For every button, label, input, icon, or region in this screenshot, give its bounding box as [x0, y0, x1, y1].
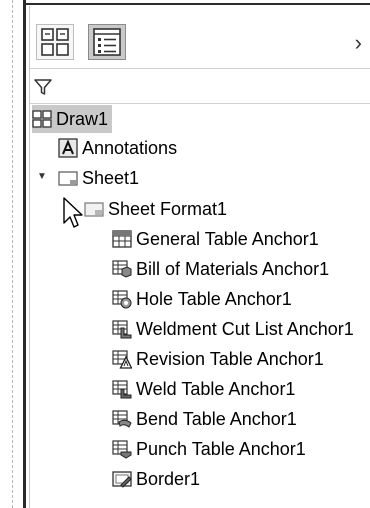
tree-item-label: Weldment Cut List Anchor1 [136, 318, 354, 339]
tree-item-revision-anchor[interactable]: Revision Table Anchor1 [112, 345, 324, 373]
sheet-format-icon [84, 202, 104, 217]
tree-item-label: Sheet Format1 [108, 198, 228, 219]
expand-sheet1-icon[interactable]: ▼ [37, 171, 47, 182]
revision-icon [112, 350, 132, 369]
chevron-right-icon[interactable]: › [355, 30, 362, 56]
panel-left-edge [23, 0, 26, 508]
tree-item-annotations[interactable]: Annotations [58, 134, 177, 162]
drawing-icon [32, 110, 52, 128]
mouse-cursor-icon [63, 197, 83, 228]
hole-table-icon [112, 290, 132, 309]
tree-item-label: Annotations [82, 137, 178, 158]
tree-item-label: Punch Table Anchor1 [136, 438, 306, 459]
tree-item-punch-table-anchor[interactable]: Punch Table Anchor1 [112, 435, 306, 463]
general-table-icon [112, 230, 132, 248]
tree-item-border1[interactable]: Border1 [112, 465, 200, 493]
tree-item-label: Draw1 [56, 108, 109, 129]
tree-item-sheet1[interactable]: Sheet1 [58, 164, 139, 192]
weld-table-icon [112, 380, 132, 399]
tree-item-draw1[interactable]: Draw1 [32, 105, 113, 133]
filter-divider [30, 103, 370, 104]
filter-row [30, 69, 370, 105]
weldment-icon [112, 320, 132, 339]
tree-item-label: Bend Table Anchor1 [136, 408, 297, 429]
sheet-icon [58, 171, 78, 186]
punch-table-icon [112, 440, 132, 459]
tree-item-weld-table-anchor[interactable]: Weld Table Anchor1 [112, 375, 295, 403]
tree-item-hole-table-anchor[interactable]: Hole Table Anchor1 [112, 285, 292, 313]
left-guide-line [12, 0, 13, 508]
view-layout-icon [41, 28, 69, 56]
tree-item-bom-anchor[interactable]: Bill of Materials Anchor1 [112, 255, 329, 283]
tree-item-label: Weld Table Anchor1 [136, 378, 296, 399]
border-icon [112, 471, 132, 488]
tree-list-button[interactable] [88, 24, 126, 60]
panel-top-edge [23, 3, 370, 5]
tree-item-general-table-anchor[interactable]: General Table Anchor1 [112, 225, 319, 253]
view-layout-button[interactable] [36, 24, 74, 60]
tree-item-weldment-anchor[interactable]: Weldment Cut List Anchor1 [112, 315, 354, 343]
tree-item-bend-table-anchor[interactable]: Bend Table Anchor1 [112, 405, 297, 433]
tree-list-icon [93, 28, 121, 56]
tree-item-label: Border1 [136, 468, 201, 489]
tree-item-label: Hole Table Anchor1 [136, 288, 292, 309]
tree-item-label: Bill of Materials Anchor1 [136, 258, 330, 279]
tree-item-label: Revision Table Anchor1 [136, 348, 324, 369]
annotation-icon [58, 138, 78, 158]
panel-toolbar: › [30, 16, 370, 68]
tree-item-label: Sheet1 [82, 167, 140, 188]
bend-table-icon [112, 410, 132, 428]
bom-icon [112, 260, 132, 278]
filter-icon[interactable] [34, 78, 52, 96]
tree-item-sheet-format1[interactable]: Sheet Format1 [84, 195, 227, 223]
tree-item-label: General Table Anchor1 [136, 228, 319, 249]
